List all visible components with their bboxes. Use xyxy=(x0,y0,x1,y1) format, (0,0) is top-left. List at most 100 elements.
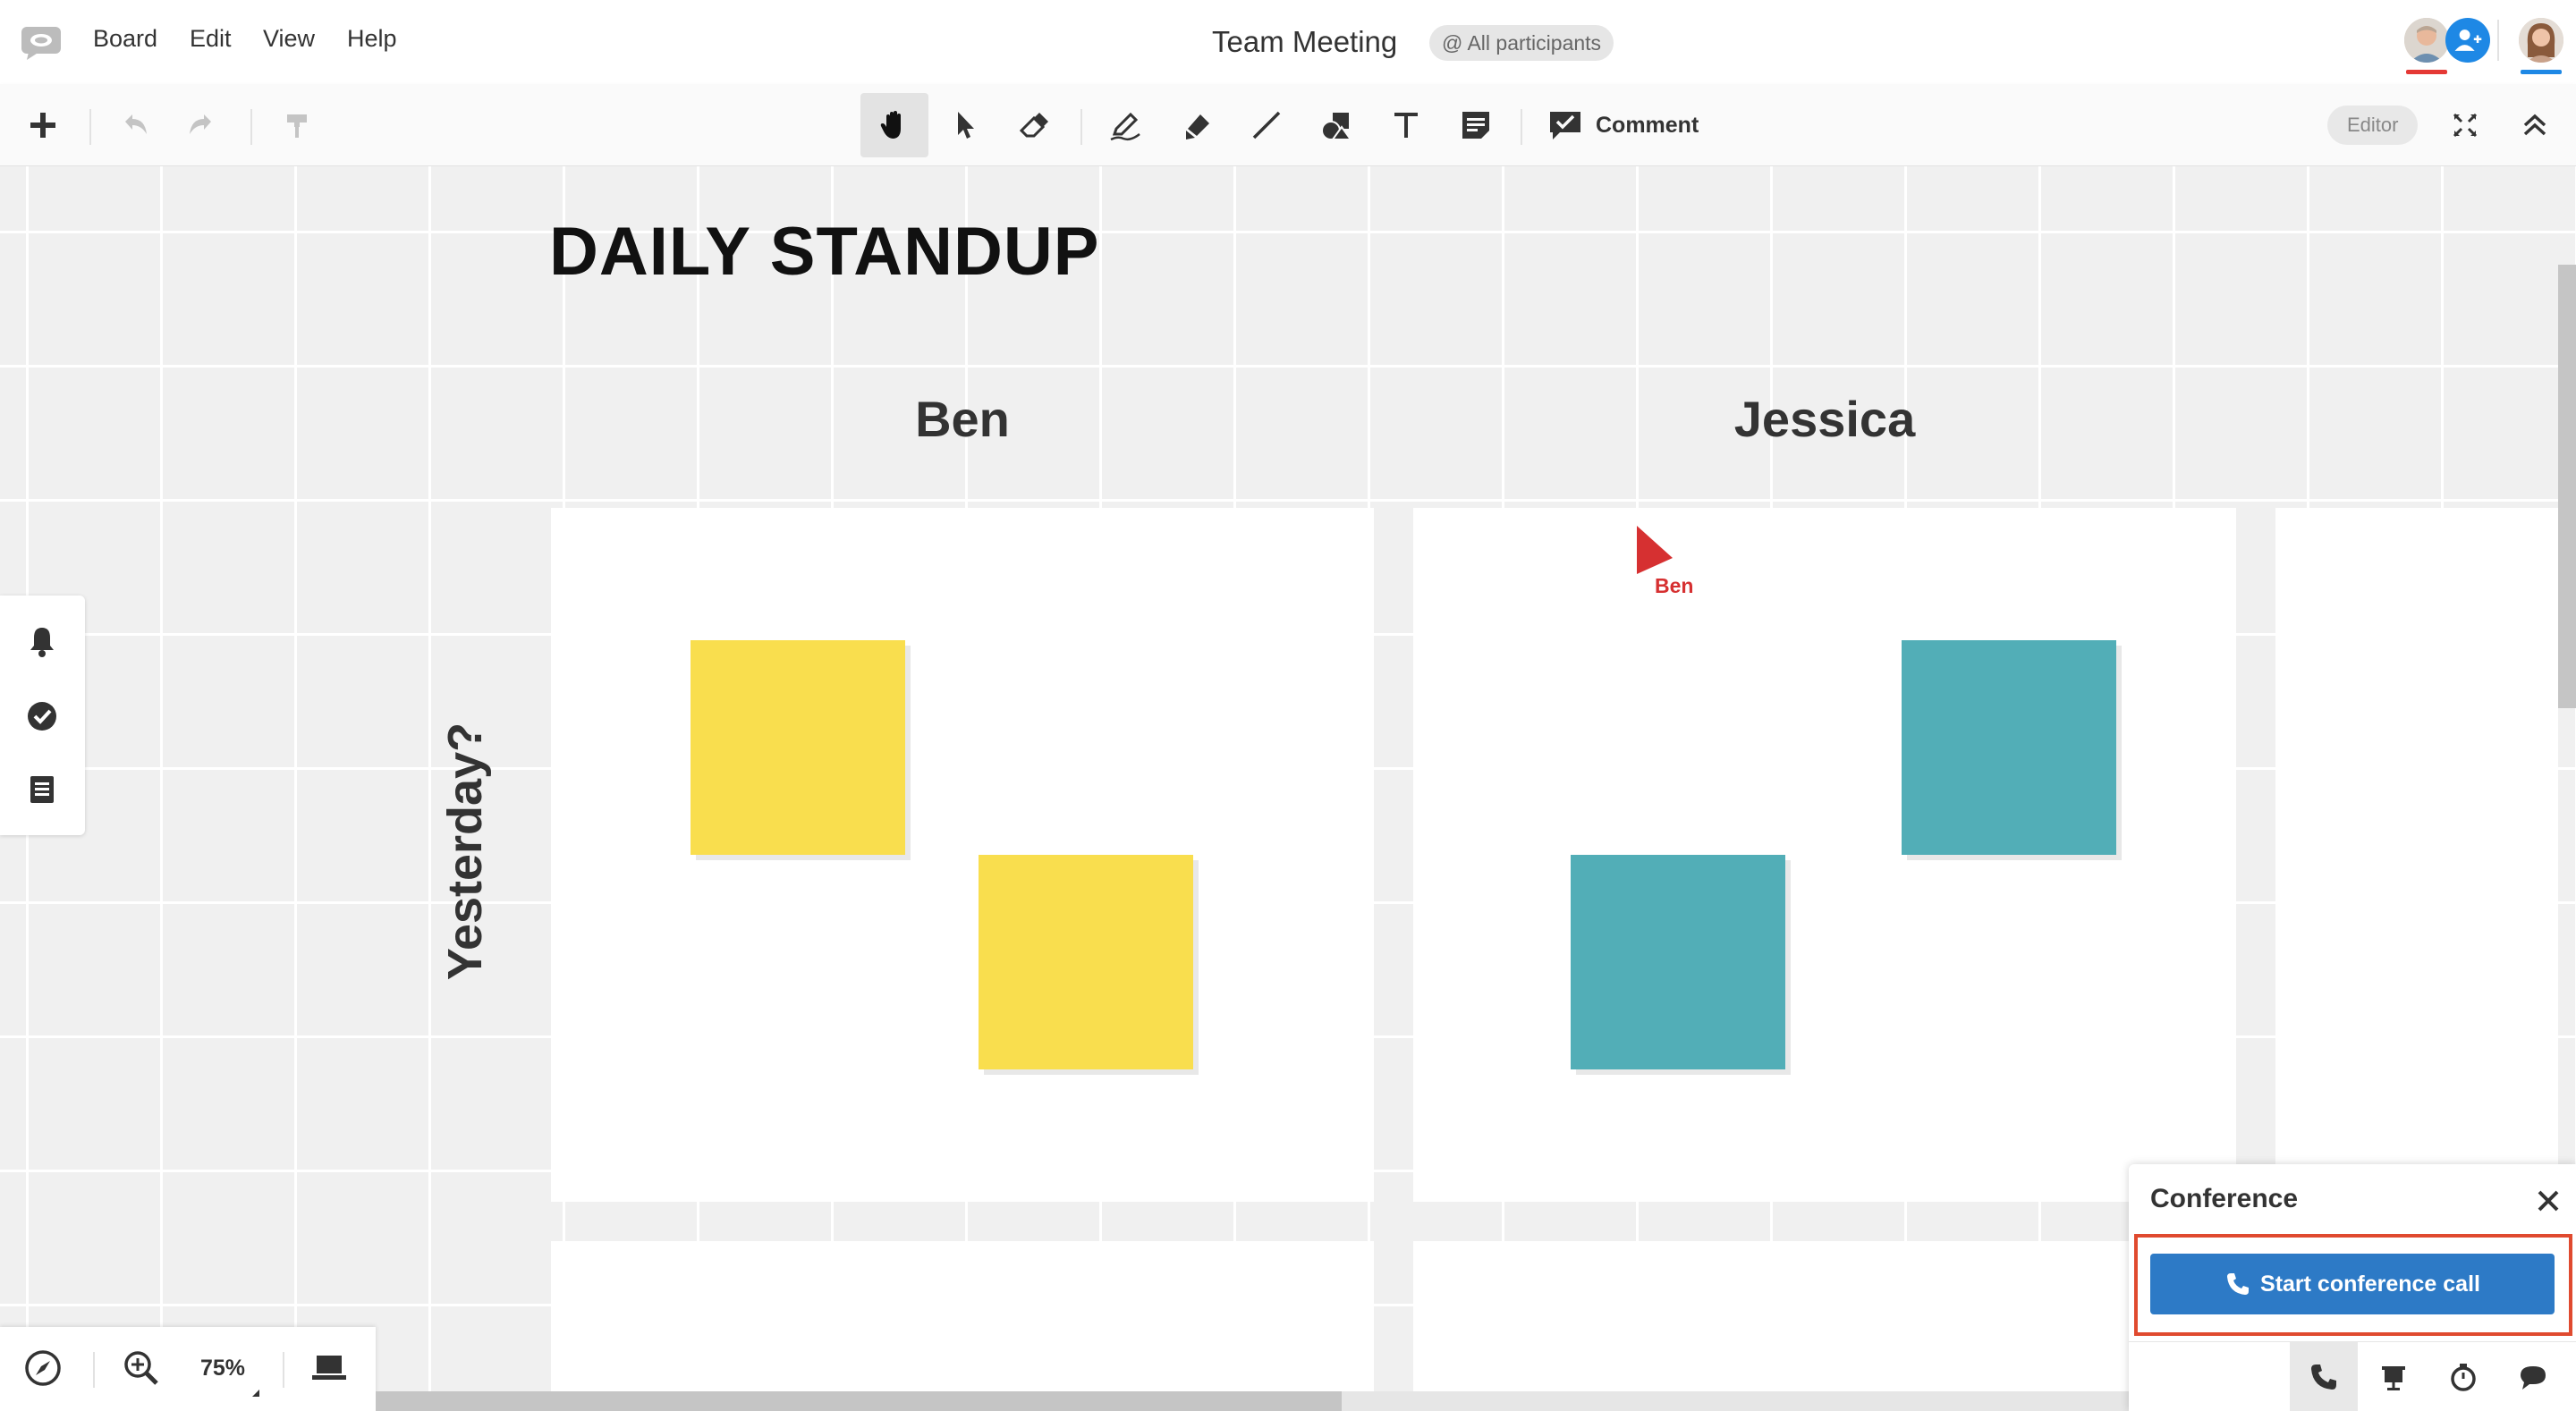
stopwatch-icon xyxy=(2451,1364,2476,1391)
highlighter-tool-button[interactable] xyxy=(1163,93,1231,157)
user-avatar-jessica[interactable] xyxy=(2519,18,2563,63)
participants-chip[interactable]: @ All participants xyxy=(1429,25,1614,61)
comment-icon xyxy=(1550,112,1580,139)
conference-tabs xyxy=(2129,1341,2576,1411)
sticky-note-tool-button[interactable] xyxy=(1442,93,1510,157)
board-panel-jessica-next-row[interactable] xyxy=(1413,1241,2236,1411)
header-divider xyxy=(2497,20,2499,61)
plus-icon xyxy=(30,113,55,138)
tab-chat[interactable] xyxy=(2499,1342,2567,1411)
notifications-button[interactable] xyxy=(21,621,63,662)
redo-icon xyxy=(190,114,211,134)
add-button[interactable] xyxy=(9,93,77,157)
presentation-mode-button[interactable] xyxy=(304,1343,354,1393)
navigation-bar: 75% xyxy=(0,1327,376,1411)
tab-call[interactable] xyxy=(2290,1342,2358,1411)
column-heading-jessica[interactable]: Jessica xyxy=(1413,390,2236,448)
toolbar-separator xyxy=(1080,109,1082,145)
board-panel-third-column[interactable] xyxy=(2275,508,2558,1202)
user-avatar-ben[interactable] xyxy=(2404,18,2449,63)
editor-role-chip: Editor xyxy=(2327,106,2419,145)
pen-icon xyxy=(1110,112,1140,141)
remote-cursor-label: Ben xyxy=(1655,574,1694,597)
add-user-icon xyxy=(2454,30,2482,51)
compass-icon xyxy=(25,1350,61,1386)
format-painter-button[interactable] xyxy=(263,93,331,157)
board-panel-jessica-yesterday[interactable] xyxy=(1413,508,2236,1202)
board-heading[interactable]: DAILY STANDUP xyxy=(549,213,1099,291)
line-icon xyxy=(1252,111,1281,139)
tab-presentation[interactable] xyxy=(2360,1342,2428,1411)
shape-tool-button[interactable] xyxy=(1302,93,1370,157)
hand-icon xyxy=(880,111,901,139)
navigator-button[interactable] xyxy=(18,1343,68,1393)
collapse-toolbar-button[interactable] xyxy=(2501,93,2569,157)
row-heading-yesterday[interactable]: Yesterday? xyxy=(437,722,493,980)
hand-tool-button[interactable] xyxy=(860,93,928,157)
notes-list-button[interactable] xyxy=(21,769,63,810)
zoom-level[interactable]: 75% xyxy=(200,1356,245,1381)
text-icon xyxy=(1394,113,1418,138)
person-photo-icon xyxy=(2404,18,2449,63)
sticky-note[interactable] xyxy=(979,855,1193,1069)
board-title[interactable]: Team Meeting xyxy=(1212,25,1397,59)
remote-cursor-icon xyxy=(1637,526,1673,574)
app-logo-icon[interactable] xyxy=(20,25,64,61)
zoom-in-icon xyxy=(124,1351,158,1385)
column-heading-ben[interactable]: Ben xyxy=(551,390,1374,448)
bell-icon xyxy=(30,628,54,657)
left-side-panel xyxy=(0,596,85,835)
menu-edit[interactable]: Edit xyxy=(190,25,232,53)
zoom-in-button[interactable] xyxy=(116,1343,166,1393)
pen-tool-button[interactable] xyxy=(1091,93,1159,157)
double-chevron-up-icon xyxy=(2523,114,2546,136)
phone-icon xyxy=(2227,1273,2250,1295)
start-conference-call-button[interactable]: Start conference call xyxy=(2150,1254,2555,1314)
toolbar-separator xyxy=(1521,109,1522,145)
board-panel-ben-yesterday[interactable] xyxy=(551,508,1374,1202)
eraser-tool-button[interactable] xyxy=(1000,93,1068,157)
presence-underline-ben xyxy=(2406,70,2447,74)
zoom-dropdown-caret-icon[interactable] xyxy=(252,1390,259,1397)
redo-button[interactable] xyxy=(168,93,236,157)
menu-board[interactable]: Board xyxy=(93,25,157,53)
horizontal-scrollbar-thumb[interactable] xyxy=(376,1391,1342,1411)
comment-label[interactable]: Comment xyxy=(1596,113,1699,139)
person-photo-icon xyxy=(2519,18,2563,63)
undo-button[interactable] xyxy=(100,93,168,157)
list-document-icon xyxy=(30,776,54,803)
vertical-scrollbar-thumb[interactable] xyxy=(2558,265,2576,708)
eraser-icon xyxy=(1019,113,1048,138)
tab-timer[interactable] xyxy=(2429,1342,2497,1411)
toolbar: Comment Editor xyxy=(0,84,2576,166)
laptop-icon xyxy=(312,1356,346,1380)
phone-icon xyxy=(2311,1365,2336,1390)
highlighter-icon xyxy=(1186,114,1209,139)
fullscreen-icon xyxy=(2453,113,2478,138)
bottom-separator xyxy=(93,1352,95,1388)
sticky-note-icon xyxy=(1462,112,1489,139)
start-conference-call-label: Start conference call xyxy=(2260,1271,2480,1297)
toolbar-separator xyxy=(89,109,91,145)
line-tool-button[interactable] xyxy=(1233,93,1301,157)
sticky-note[interactable] xyxy=(691,640,905,855)
menu-view[interactable]: View xyxy=(263,25,315,53)
presentation-screen-icon xyxy=(2382,1366,2405,1390)
menu-help[interactable]: Help xyxy=(347,25,397,53)
toolbar-separator xyxy=(250,109,252,145)
sticky-note[interactable] xyxy=(1571,855,1785,1069)
paint-roller-icon xyxy=(287,114,307,138)
select-tool-button[interactable] xyxy=(930,93,998,157)
sticky-note[interactable] xyxy=(1902,640,2116,855)
tasks-button[interactable] xyxy=(21,696,63,737)
close-icon[interactable] xyxy=(2531,1184,2565,1218)
fullscreen-button[interactable] xyxy=(2431,93,2499,157)
text-tool-button[interactable] xyxy=(1372,93,1440,157)
chat-bubble-icon xyxy=(2521,1366,2546,1390)
shapes-icon xyxy=(1321,113,1352,140)
comment-tool-button[interactable] xyxy=(1531,93,1599,157)
board-panel-ben-next-row[interactable] xyxy=(551,1241,1374,1411)
presence-underline-jessica xyxy=(2521,70,2562,74)
invite-user-button[interactable] xyxy=(2445,18,2490,63)
pointer-icon xyxy=(958,112,974,139)
